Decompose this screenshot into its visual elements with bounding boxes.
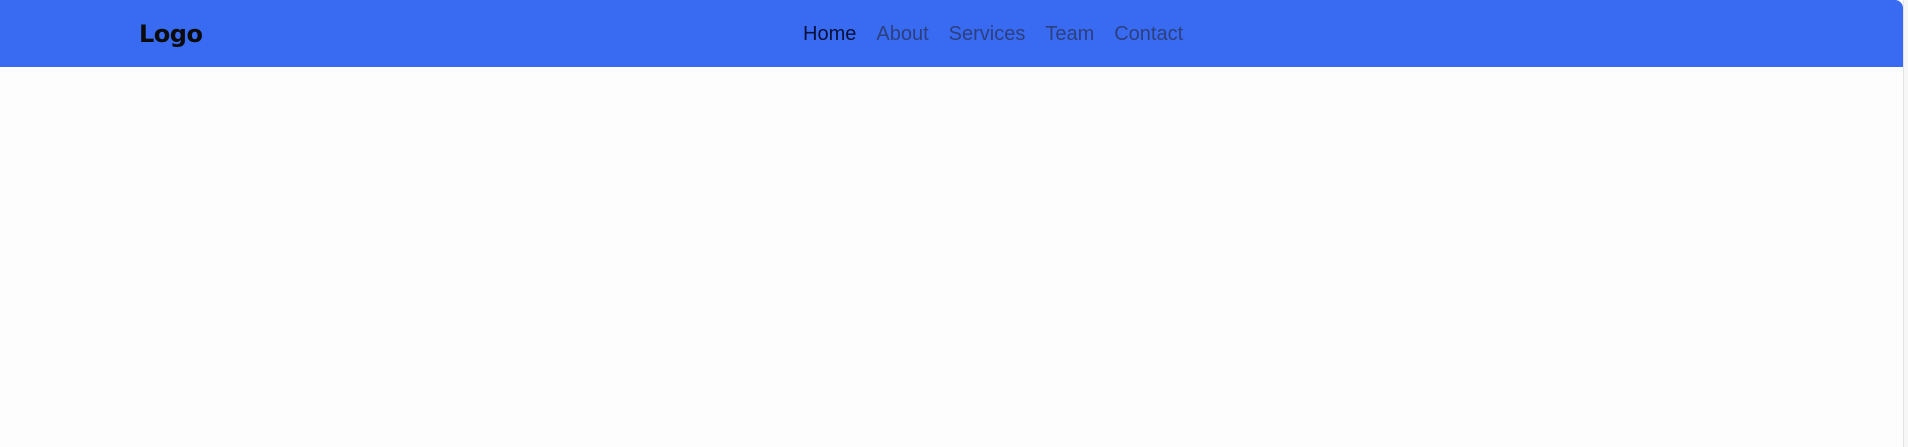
primary-nav: Home About Services Team Contact [803,20,1183,48]
nav-link-services[interactable]: Services [949,20,1026,48]
page: Logo Home About Services Team Contact [0,0,1908,447]
nav-link-team[interactable]: Team [1045,20,1094,48]
top-navbar: Logo Home About Services Team Contact [0,0,1903,67]
scrollbar-track[interactable] [1903,0,1908,447]
nav-link-about[interactable]: About [876,20,928,48]
nav-link-home[interactable]: Home [803,20,856,48]
logo[interactable]: Logo [139,17,203,51]
nav-link-contact[interactable]: Contact [1114,20,1183,48]
